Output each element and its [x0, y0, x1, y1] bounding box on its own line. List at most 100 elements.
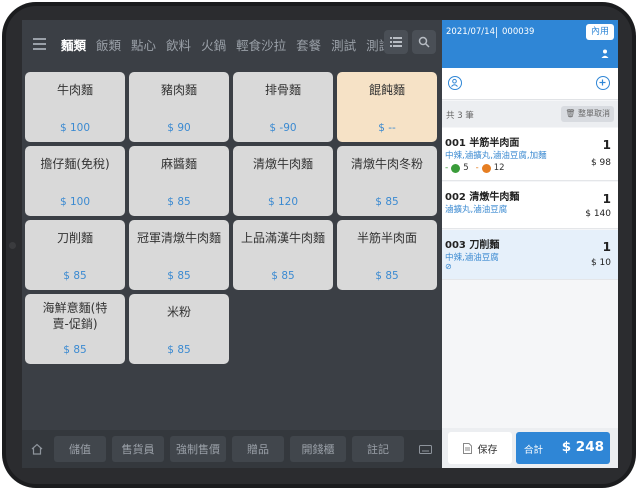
product-tile[interactable]: 半筋半肉面 $ 85: [337, 220, 437, 290]
category-tab-drinks[interactable]: 飲料: [166, 35, 191, 54]
category-tab-noodles[interactable]: 麵類: [61, 35, 86, 54]
order-item-options: 滷擴丸,滷油豆腐: [445, 205, 508, 215]
product-tile[interactable]: 麻醬麵 $ 85: [129, 146, 229, 216]
category-tab-test-1[interactable]: 測試: [331, 35, 356, 54]
product-name: 海鮮意麵(特賣-促銷): [42, 301, 108, 331]
product-tile[interactable]: 豬肉麵 $ 90: [129, 72, 229, 142]
product-name: 擔仔麵(免稅): [40, 157, 110, 171]
order-item-qty: 1: [602, 138, 611, 152]
product-tile[interactable]: 上品滿漢牛肉麵 $ 85: [233, 220, 333, 290]
product-price: $ 85: [63, 270, 87, 282]
product-name: 冠軍清燉牛肉麵: [136, 231, 221, 245]
product-price: $ 120: [267, 196, 299, 208]
product-tile[interactable]: 清燉牛肉冬粉 $ 85: [337, 146, 437, 216]
category-tab-combo[interactable]: 套餐: [296, 35, 321, 54]
note-button[interactable]: 註記: [352, 436, 404, 462]
category-tab-salad[interactable]: 輕食沙拉: [236, 35, 286, 54]
order-item-price: $ 140: [585, 209, 611, 219]
category-tab-hotpot[interactable]: 火鍋: [201, 35, 226, 54]
product-tile[interactable]: 冠軍清燉牛肉麵 $ 85: [129, 220, 229, 290]
minus-icon: -: [445, 163, 449, 173]
order-item-name: 002 清燉牛肉麵: [445, 192, 520, 203]
category-tab-snacks[interactable]: 點心: [131, 35, 156, 54]
discount-value: 5: [463, 163, 469, 173]
total-label: 合計: [524, 445, 544, 456]
order-item-price: $ 10: [590, 258, 611, 268]
list-icon: [390, 37, 402, 47]
order-item-qty: 1: [602, 240, 611, 254]
cancel-order-label: 整單取消: [578, 109, 610, 118]
product-tile-highlighted[interactable]: 餛飩麵 $ --: [337, 72, 437, 142]
product-name: 刀削麵: [56, 231, 93, 245]
product-tile[interactable]: 米粉 $ 85: [129, 294, 229, 364]
header-divider: [496, 27, 497, 38]
order-header: 2021/07/14 000039 內用: [442, 20, 618, 68]
dine-in-badge[interactable]: 內用: [586, 24, 614, 40]
order-date: 2021/07/14: [446, 27, 495, 37]
keyboard-button[interactable]: [414, 436, 436, 462]
product-name: 清燉牛肉麵: [252, 157, 313, 171]
item-count: 共 3 筆: [446, 111, 474, 121]
order-item-selected[interactable]: 003 刀削麵 中辣,滷油豆腐 ⊘ 1 $ 10: [442, 230, 618, 280]
product-panel: 麵類 飯類 點心 飲料 火鍋 輕食沙拉 套餐 測試 測試 牛肉麵 $ 100 豬…: [22, 20, 442, 468]
keyboard-icon: [418, 444, 432, 454]
search-button[interactable]: [412, 30, 436, 54]
category-tab-rice[interactable]: 飯類: [96, 35, 121, 54]
minus-icon: -: [475, 163, 479, 173]
save-label: 保存: [477, 444, 498, 456]
total-value: $ 248: [561, 439, 604, 455]
function-bar: 儲值 售貨員 強制售價 贈品 開錢櫃 註記: [22, 430, 442, 468]
home-button[interactable]: [26, 436, 48, 462]
order-item-name: 001 半筋半肉面: [445, 138, 520, 149]
product-price: $ 85: [167, 344, 191, 356]
order-item-options: 中辣,滷擴丸,滷油豆腐,加麵: [445, 151, 547, 161]
order-count-row: 共 3 筆 🗑 整單取消: [442, 101, 618, 127]
product-name: 麻醬麵: [160, 157, 197, 171]
document-icon: [462, 442, 472, 454]
search-icon: [418, 36, 430, 48]
user-icon[interactable]: [601, 49, 609, 61]
force-price-button[interactable]: 強制售價: [170, 436, 226, 462]
add-customer-icon[interactable]: [596, 76, 610, 90]
product-tile[interactable]: 牛肉麵 $ 100: [25, 72, 125, 142]
order-item-name: 003 刀削麵: [445, 240, 500, 251]
customer-icon[interactable]: [448, 76, 462, 90]
list-view-button[interactable]: [384, 30, 408, 54]
product-name: 清燉牛肉冬粉: [350, 157, 423, 171]
product-tile[interactable]: 擔仔麵(免稅) $ 100: [25, 146, 125, 216]
product-tile[interactable]: 清燉牛肉麵 $ 120: [233, 146, 333, 216]
product-name: 排骨麵: [264, 83, 301, 97]
order-item-qty: 1: [602, 192, 611, 206]
product-price: $ 100: [59, 122, 91, 134]
product-price: $ 85: [63, 344, 87, 356]
product-name: 上品滿漢牛肉麵: [240, 231, 325, 245]
product-tile[interactable]: 排骨麵 $ -90: [233, 72, 333, 142]
coupon-value: 12: [493, 163, 505, 173]
discount-badges: - 5 - 12: [445, 163, 505, 173]
product-price: $ 85: [167, 270, 191, 282]
open-drawer-button[interactable]: 開錢櫃: [290, 436, 346, 462]
checkout-button[interactable]: 合計 $ 248: [516, 432, 610, 464]
menu-icon[interactable]: [33, 38, 57, 50]
customer-row: [442, 68, 618, 100]
product-tile[interactable]: 海鮮意麵(特賣-促銷) $ 85: [25, 294, 125, 364]
salesperson-button[interactable]: 售貨員: [112, 436, 164, 462]
product-price: $ 100: [59, 196, 91, 208]
product-price: $ 85: [375, 270, 399, 282]
order-item[interactable]: 001 半筋半肉面 中辣,滷擴丸,滷油豆腐,加麵 - 5 - 12 1 $ 98: [442, 128, 618, 181]
pos-screen: 麵類 飯類 點心 飲料 火鍋 輕食沙拉 套餐 測試 測試 牛肉麵 $ 100 豬…: [22, 20, 618, 468]
product-name: 半筋半肉面: [356, 231, 417, 245]
order-item-options: 中辣,滷油豆腐: [445, 253, 499, 263]
item-note-icon[interactable]: ⊘: [445, 262, 452, 271]
stored-value-button[interactable]: 儲值: [54, 436, 106, 462]
camera-icon: [9, 242, 16, 249]
save-button[interactable]: 保存: [448, 432, 512, 464]
cancel-order-button[interactable]: 🗑 整單取消: [561, 106, 614, 122]
product-price: $ --: [378, 122, 396, 134]
order-item[interactable]: 002 清燉牛肉麵 滷擴丸,滷油豆腐 1 $ 140: [442, 182, 618, 229]
trash-icon: 🗑: [565, 109, 576, 118]
product-tile[interactable]: 刀削麵 $ 85: [25, 220, 125, 290]
product-price: $ 85: [271, 270, 295, 282]
gift-button[interactable]: 贈品: [232, 436, 284, 462]
product-name: 餛飩麵: [368, 83, 405, 97]
